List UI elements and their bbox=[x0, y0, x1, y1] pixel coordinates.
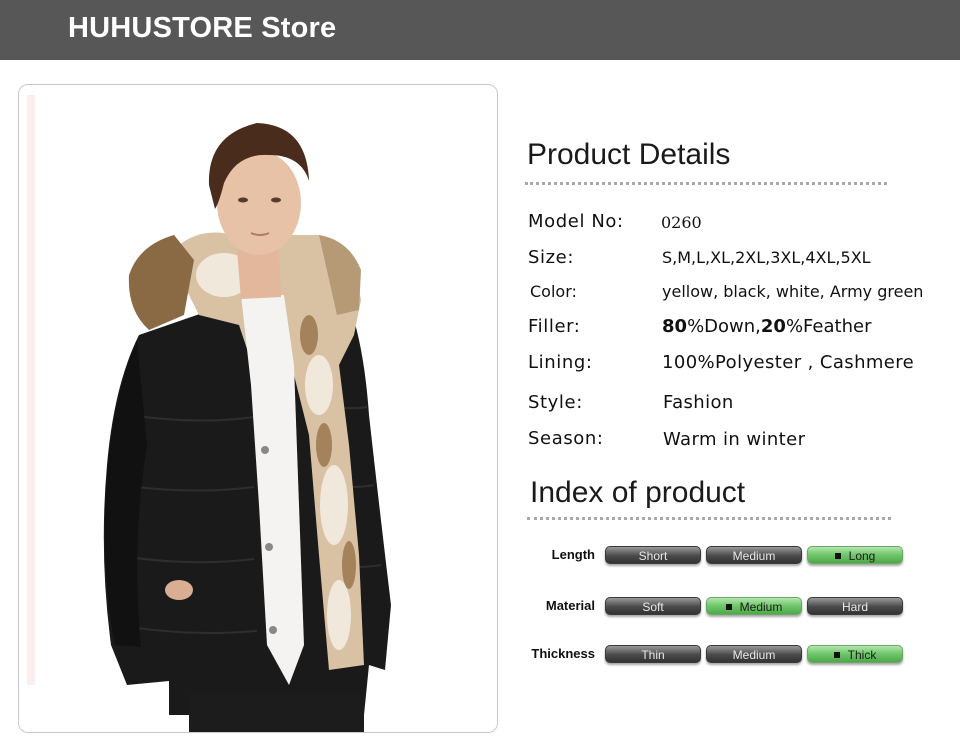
product-page: HUHUSTORE Store Product Details Model No… bbox=[0, 0, 960, 739]
index-option-length-short[interactable]: Short bbox=[605, 546, 701, 564]
store-title[interactable]: HUHUSTORE Store bbox=[68, 12, 336, 45]
filler-down-percent: 80 bbox=[662, 316, 688, 337]
spec-label-model: Model No: bbox=[528, 211, 624, 232]
index-option-thickness-medium[interactable]: Medium bbox=[706, 645, 802, 663]
index-option-length-long[interactable]: Long bbox=[807, 546, 903, 564]
filler-feather-percent: 20 bbox=[760, 316, 786, 337]
product-photo-card bbox=[18, 84, 498, 733]
spec-value-size: S,M,L,XL,2XL,3XL,4XL,5XL bbox=[662, 248, 871, 267]
index-option-label: Medium bbox=[739, 600, 783, 614]
divider bbox=[527, 517, 891, 520]
spec-value-lining: 100%Polyester , Cashmere bbox=[662, 352, 915, 373]
selected-marker-icon bbox=[834, 553, 841, 559]
filler-down-text: %Down, bbox=[687, 316, 761, 337]
index-option-label: Thin bbox=[641, 648, 665, 662]
index-of-product-heading: Index of product bbox=[530, 476, 746, 509]
divider bbox=[525, 182, 887, 185]
spec-value-style: Fashion bbox=[663, 392, 734, 413]
index-option-label: Hard bbox=[841, 600, 868, 614]
index-option-material-medium[interactable]: Medium bbox=[706, 597, 802, 615]
filler-feather-text: %Feather bbox=[785, 316, 872, 337]
spec-label-style: Style: bbox=[528, 392, 583, 413]
index-option-thickness-thin[interactable]: Thin bbox=[605, 645, 701, 663]
spec-label-color: Color: bbox=[530, 282, 577, 301]
product-details-heading: Product Details bbox=[527, 138, 731, 171]
selected-marker-icon bbox=[725, 604, 732, 610]
spec-value-color: yellow, black, white, Army green bbox=[662, 282, 924, 301]
spec-label-filler: Filler: bbox=[528, 316, 581, 337]
index-option-label: Soft bbox=[642, 600, 664, 614]
index-option-label: Medium bbox=[732, 648, 776, 662]
spec-value-filler: 80%Down,20%Feather bbox=[662, 316, 871, 337]
index-option-length-medium[interactable]: Medium bbox=[706, 546, 802, 564]
spec-label-season: Season: bbox=[528, 428, 604, 449]
index-option-label: Short bbox=[638, 549, 668, 563]
index-option-label: Thick bbox=[847, 648, 877, 662]
spec-label-lining: Lining: bbox=[528, 352, 593, 373]
product-photo bbox=[27, 95, 392, 732]
index-label-length: Length bbox=[551, 547, 595, 562]
index-option-label: Medium bbox=[732, 549, 776, 563]
spec-value-season: Warm in winter bbox=[663, 429, 806, 450]
index-option-label: Long bbox=[848, 549, 876, 563]
index-label-thickness: Thickness bbox=[531, 646, 595, 661]
index-option-material-soft[interactable]: Soft bbox=[605, 597, 701, 615]
index-option-thickness-thick[interactable]: Thick bbox=[807, 645, 903, 663]
spec-label-size: Size: bbox=[528, 247, 575, 268]
index-label-material: Material bbox=[545, 598, 595, 613]
spec-value-model: 0260 bbox=[661, 213, 702, 232]
index-option-material-hard[interactable]: Hard bbox=[807, 597, 903, 615]
selected-marker-icon bbox=[833, 652, 840, 658]
store-header-bar: HUHUSTORE Store bbox=[0, 0, 960, 60]
